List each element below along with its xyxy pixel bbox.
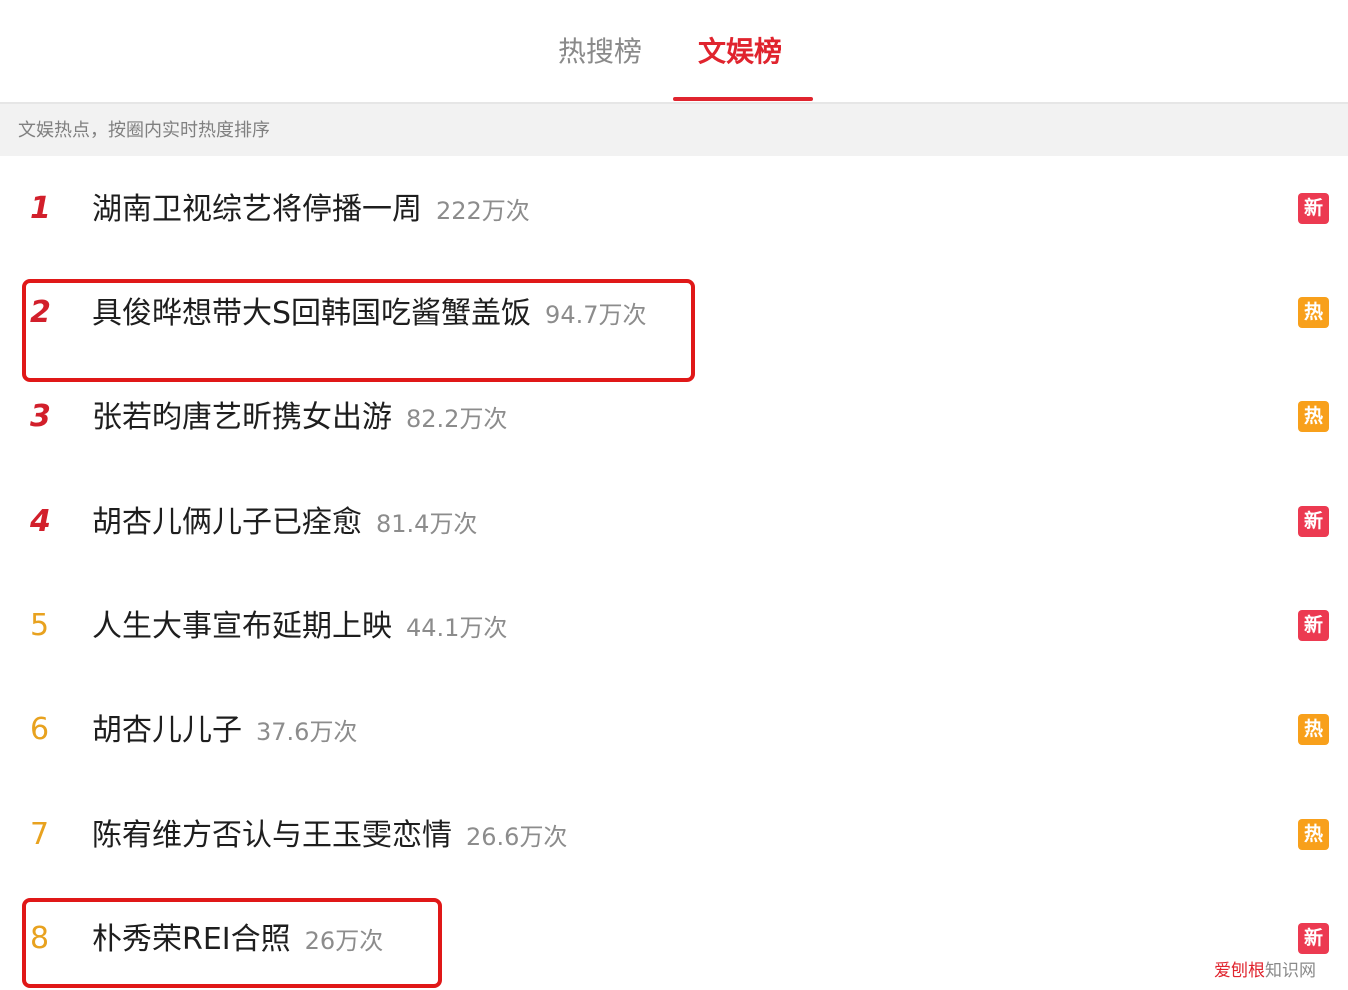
item-title: 人生大事宣布延期上映 <box>92 609 392 644</box>
list-item[interactable]: 8 朴秀荣REI合照 26万次 新 <box>0 886 1348 990</box>
tab-bar: 热搜榜 文娱榜 <box>0 0 1348 104</box>
item-text: 胡杏儿俩儿子已痊愈 81.4万次 <box>92 503 477 543</box>
new-badge: 新 <box>1298 923 1329 954</box>
list-item[interactable]: 3 张若昀唐艺昕携女出游 82.2万次 热 <box>0 364 1348 468</box>
item-count: 82.2万次 <box>406 405 508 433</box>
list-item[interactable]: 7 陈宥维方否认与王玉雯恋情 26.6万次 热 <box>0 782 1348 886</box>
item-text: 具俊晔想带大S回韩国吃酱蟹盖饭 94.7万次 <box>92 294 646 334</box>
list-item[interactable]: 5 人生大事宣布延期上映 44.1万次 新 <box>0 573 1348 677</box>
item-text: 张若昀唐艺昕携女出游 82.2万次 <box>92 398 507 438</box>
hot-badge: 热 <box>1298 819 1329 850</box>
new-badge: 新 <box>1298 610 1329 641</box>
rank-number: 2 <box>30 295 51 330</box>
list-item[interactable]: 1 湖南卫视综艺将停播一周 222万次 新 <box>0 156 1348 260</box>
rank-number: 4 <box>30 504 51 539</box>
item-text: 胡杏儿儿子 37.6万次 <box>92 711 357 751</box>
rank-number: 1 <box>30 191 51 226</box>
new-badge: 新 <box>1298 193 1329 224</box>
item-text: 朴秀荣REI合照 26万次 <box>92 920 383 960</box>
list-item[interactable]: 6 胡杏儿儿子 37.6万次 热 <box>0 677 1348 781</box>
rank-number: 7 <box>30 817 50 852</box>
item-text: 陈宥维方否认与王玉雯恋情 26.6万次 <box>92 816 567 856</box>
list-description: 文娱热点，按圈内实时热度排序 <box>18 120 270 141</box>
hot-badge: 热 <box>1298 401 1329 432</box>
hot-badge: 热 <box>1298 297 1329 328</box>
item-text: 人生大事宣布延期上映 44.1万次 <box>92 607 507 647</box>
item-count: 44.1万次 <box>406 614 508 642</box>
list-description-bar: 文娱热点，按圈内实时热度排序 <box>0 104 1348 156</box>
rank-number: 3 <box>30 399 51 434</box>
item-text: 湖南卫视综艺将停播一周 222万次 <box>92 190 530 230</box>
item-count: 37.6万次 <box>256 718 358 746</box>
item-count: 222万次 <box>436 197 530 225</box>
item-count: 26.6万次 <box>466 823 568 851</box>
rank-number: 5 <box>30 608 50 643</box>
item-title: 陈宥维方否认与王玉雯恋情 <box>92 818 452 853</box>
item-title: 具俊晔想带大S回韩国吃酱蟹盖饭 <box>92 296 532 331</box>
watermark: 爱刨根知识网 <box>1214 960 1316 982</box>
item-title: 湖南卫视综艺将停播一周 <box>92 192 422 227</box>
item-title: 张若昀唐艺昕携女出游 <box>92 400 392 435</box>
watermark-brand: 爱刨根 <box>1214 961 1265 981</box>
tab-entertainment[interactable]: 文娱榜 <box>698 30 782 74</box>
new-badge: 新 <box>1298 506 1329 537</box>
watermark-suffix: 知识网 <box>1265 961 1316 981</box>
rank-number: 6 <box>30 712 50 747</box>
rank-number: 8 <box>30 921 50 956</box>
list-item[interactable]: 2 具俊晔想带大S回韩国吃酱蟹盖饭 94.7万次 热 <box>0 260 1348 364</box>
item-count: 81.4万次 <box>376 510 478 538</box>
item-title: 胡杏儿俩儿子已痊愈 <box>92 505 362 540</box>
item-count: 94.7万次 <box>545 301 647 329</box>
list-item[interactable]: 4 胡杏儿俩儿子已痊愈 81.4万次 新 <box>0 469 1348 573</box>
item-count: 26万次 <box>304 927 384 955</box>
active-tab-indicator <box>673 97 813 101</box>
tab-hot-search[interactable]: 热搜榜 <box>558 30 642 74</box>
hot-badge: 热 <box>1298 714 1329 745</box>
item-title: 朴秀荣REI合照 <box>92 922 291 957</box>
item-title: 胡杏儿儿子 <box>92 713 242 748</box>
